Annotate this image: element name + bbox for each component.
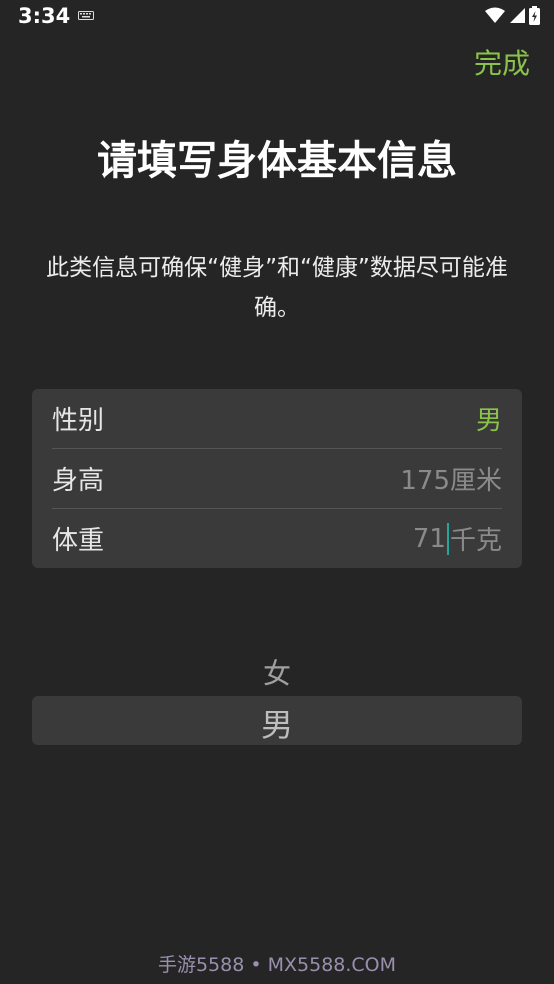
gender-row[interactable]: 性别 男 bbox=[52, 389, 502, 448]
height-label: 身高 bbox=[52, 466, 105, 496]
weight-row[interactable]: 体重 71 千克 bbox=[52, 509, 502, 568]
text-cursor bbox=[446, 522, 449, 555]
weight-label: 体重 bbox=[52, 526, 105, 556]
weight-unit: 千克 bbox=[449, 526, 502, 556]
keyboard-icon bbox=[78, 11, 94, 20]
signal-icon bbox=[510, 8, 525, 23]
page-title: 请填写身体基本信息 bbox=[97, 138, 457, 184]
battery-icon bbox=[529, 6, 540, 25]
gender-label: 性别 bbox=[52, 406, 105, 436]
system-icons bbox=[485, 6, 540, 25]
body-info-card: 性别 男 身高 175厘米 体重 71 千克 bbox=[32, 389, 522, 568]
weight-input[interactable]: 71 千克 bbox=[413, 520, 502, 557]
weight-number: 71 bbox=[412, 523, 446, 554]
page-description: 此类信息可确保“健身”和“健康”数据尽可能准确。 bbox=[46, 255, 508, 321]
height-value[interactable]: 175厘米 bbox=[400, 460, 502, 497]
watermark: 手游5588 • MX5588.COM bbox=[157, 954, 397, 976]
done-button[interactable]: 完成 bbox=[474, 42, 530, 82]
picker-option-female[interactable]: 女 bbox=[0, 652, 554, 692]
height-row[interactable]: 身高 175厘米 bbox=[52, 449, 502, 508]
picker-option-male[interactable]: 男 bbox=[0, 700, 554, 746]
status-bar: 3:34 bbox=[0, 0, 554, 34]
gender-value[interactable]: 男 bbox=[476, 400, 502, 437]
wifi-icon bbox=[485, 7, 505, 23]
status-time: 3:34 bbox=[18, 4, 71, 28]
